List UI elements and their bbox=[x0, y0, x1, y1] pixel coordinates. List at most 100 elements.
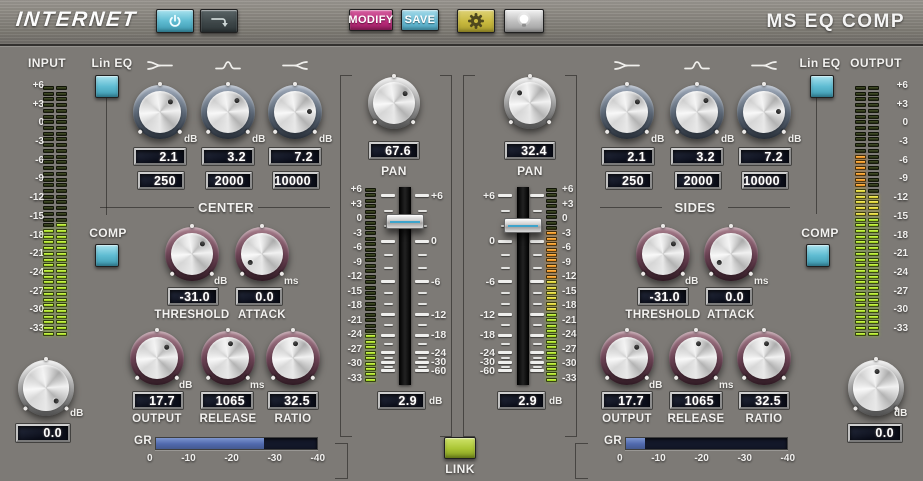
settings-button[interactable] bbox=[457, 9, 495, 33]
comp-sides-attack-knob[interactable] bbox=[704, 227, 758, 281]
eq-center-band1-gain-knob[interactable] bbox=[133, 85, 187, 139]
eq-sides-band3-gain-knob[interactable] bbox=[737, 85, 791, 139]
eq-sides-band3-freq-display[interactable]: 10000 bbox=[742, 172, 788, 189]
led-segment bbox=[868, 143, 879, 147]
bulb-button[interactable] bbox=[504, 9, 544, 33]
fader-scale-label: 0 bbox=[471, 235, 495, 247]
eq-sides-band1-freq-display[interactable]: 250 bbox=[606, 172, 652, 189]
eq-center-band3-gain-knob[interactable] bbox=[268, 85, 322, 139]
comp-center-release-display[interactable]: 1065 bbox=[201, 392, 253, 409]
led-segment bbox=[855, 115, 866, 119]
comp-center-attack-display[interactable]: 0.0 bbox=[236, 288, 282, 305]
channel2-fader-ruler: +60-6-12-18-24-30-60 bbox=[471, 187, 545, 385]
led-segment bbox=[855, 120, 866, 124]
plugin-window: INTERNET MODIFY SAVE bbox=[0, 0, 923, 481]
led-segment bbox=[855, 240, 866, 244]
comp-center-output-display[interactable]: 17.7 bbox=[133, 392, 183, 409]
scale-tick-label: -40 bbox=[311, 453, 325, 464]
eq-sides-band1-gain-knob[interactable] bbox=[600, 85, 654, 139]
comp-sides-attack-display[interactable]: 0.0 bbox=[706, 288, 752, 305]
scale-tick-label: -33 bbox=[348, 373, 362, 384]
channel1-fader-handle[interactable] bbox=[386, 214, 424, 229]
comp-sides-threshold-knob[interactable] bbox=[636, 227, 690, 281]
link-button[interactable] bbox=[444, 437, 476, 459]
scale-tick-label: -30 bbox=[348, 358, 362, 369]
eq-sides-band2-gain-knob[interactable] bbox=[670, 85, 724, 139]
eq-center-band1-freq-display[interactable]: 250 bbox=[138, 172, 184, 189]
gr-right-label: GR bbox=[600, 435, 626, 447]
comp-sides-output-knob[interactable] bbox=[600, 331, 654, 385]
scale-tick-label: -30 bbox=[562, 358, 576, 369]
comp-sides-button[interactable] bbox=[806, 244, 830, 267]
eq-sides-band2-freq-display[interactable]: 2000 bbox=[675, 172, 721, 189]
channel2-fader-display[interactable]: 2.9 bbox=[498, 392, 545, 409]
channel1-fader-track[interactable] bbox=[399, 187, 411, 385]
led-segment bbox=[855, 160, 866, 164]
comp-sides-output-unit: dB bbox=[649, 380, 662, 391]
channel1-fader-display[interactable]: 2.9 bbox=[378, 392, 425, 409]
comp-center-ratio-knob[interactable] bbox=[266, 331, 320, 385]
eq-center-band3-freq-display[interactable]: 10000 bbox=[273, 172, 319, 189]
channel2-pan-knob[interactable] bbox=[504, 77, 556, 129]
comp-center-threshold-display[interactable]: -31.0 bbox=[168, 288, 218, 305]
power-button[interactable] bbox=[156, 9, 194, 33]
master-left-gain-knob[interactable] bbox=[18, 360, 74, 416]
led-segment bbox=[56, 252, 67, 256]
led-segment bbox=[855, 189, 866, 193]
lin-eq-sides-button[interactable] bbox=[810, 75, 834, 98]
led-segment bbox=[868, 326, 879, 330]
fader-scale-tick bbox=[498, 313, 512, 316]
comp-center-threshold-knob[interactable] bbox=[165, 227, 219, 281]
save-button[interactable]: SAVE bbox=[401, 9, 439, 31]
eq-center-band1-gain-display[interactable]: 2.1 bbox=[134, 148, 186, 165]
channel1-pan-knob[interactable] bbox=[368, 77, 420, 129]
eq-sides-band2-gain-display[interactable]: 3.2 bbox=[671, 148, 723, 165]
comp-center-output-knob[interactable] bbox=[130, 331, 184, 385]
master-left-display[interactable]: 0.0 bbox=[16, 424, 70, 442]
fader-scale-tick bbox=[418, 267, 427, 269]
channel2-fader-handle[interactable] bbox=[504, 218, 542, 233]
comp-sides-threshold-display[interactable]: -31.0 bbox=[638, 288, 688, 305]
eq-center-band2-gain-display[interactable]: 3.2 bbox=[202, 148, 254, 165]
eq-sides-band3-gain-display[interactable]: 7.2 bbox=[739, 148, 791, 165]
comp-center-attack-knob[interactable] bbox=[235, 227, 289, 281]
comp-sides-ratio-display[interactable]: 32.5 bbox=[739, 392, 789, 409]
fader-scale-tick bbox=[501, 366, 510, 368]
eq-center-band3-gain-display[interactable]: 7.2 bbox=[269, 148, 321, 165]
led-segment bbox=[855, 246, 866, 250]
led-segment bbox=[43, 195, 54, 199]
master-right-display[interactable]: 0.0 bbox=[848, 424, 902, 442]
led-segment bbox=[855, 303, 866, 307]
master-right-unit: dB bbox=[894, 408, 907, 419]
sides-divider-right bbox=[728, 207, 790, 208]
led-segment bbox=[855, 103, 866, 107]
comp-sides-release-knob[interactable] bbox=[669, 331, 723, 385]
eq-center-band2-gain-knob[interactable] bbox=[201, 85, 255, 139]
comp-center-threshold-unit: dB bbox=[214, 276, 227, 287]
routing-button[interactable] bbox=[200, 9, 238, 33]
channel1-pan-display[interactable]: 67.6 bbox=[369, 142, 419, 159]
modify-button[interactable]: MODIFY bbox=[349, 9, 393, 31]
eq-center-band2-freq-display[interactable]: 2000 bbox=[206, 172, 252, 189]
scale-tick-label: -21 bbox=[348, 315, 362, 326]
channel2-pan-display[interactable]: 32.4 bbox=[505, 142, 555, 159]
led-segment bbox=[868, 200, 879, 204]
channel2-fader-track[interactable] bbox=[517, 187, 529, 385]
comp-sides-release-display[interactable]: 1065 bbox=[670, 392, 722, 409]
channel1-pan-label: PAN bbox=[369, 164, 419, 178]
led-segment bbox=[546, 356, 557, 360]
scale-tick-label: -33 bbox=[562, 373, 576, 384]
scale-tick-label: -18 bbox=[30, 230, 44, 241]
comp-center-button[interactable] bbox=[95, 244, 119, 267]
comp-center-ratio-display[interactable]: 32.5 bbox=[268, 392, 318, 409]
comp-sides-output-display[interactable]: 17.7 bbox=[602, 392, 652, 409]
led-segment bbox=[855, 149, 866, 153]
eq-sides-band1-gain-display[interactable]: 2.1 bbox=[602, 148, 654, 165]
led-segment bbox=[868, 315, 879, 319]
comp-sides-ratio-knob[interactable] bbox=[737, 331, 791, 385]
comp-center-release-knob[interactable] bbox=[201, 331, 255, 385]
scale-tick-label: 0 bbox=[147, 453, 153, 464]
led-segment bbox=[56, 97, 67, 101]
lin-eq-center-button[interactable] bbox=[95, 75, 119, 98]
led-segment bbox=[868, 103, 879, 107]
